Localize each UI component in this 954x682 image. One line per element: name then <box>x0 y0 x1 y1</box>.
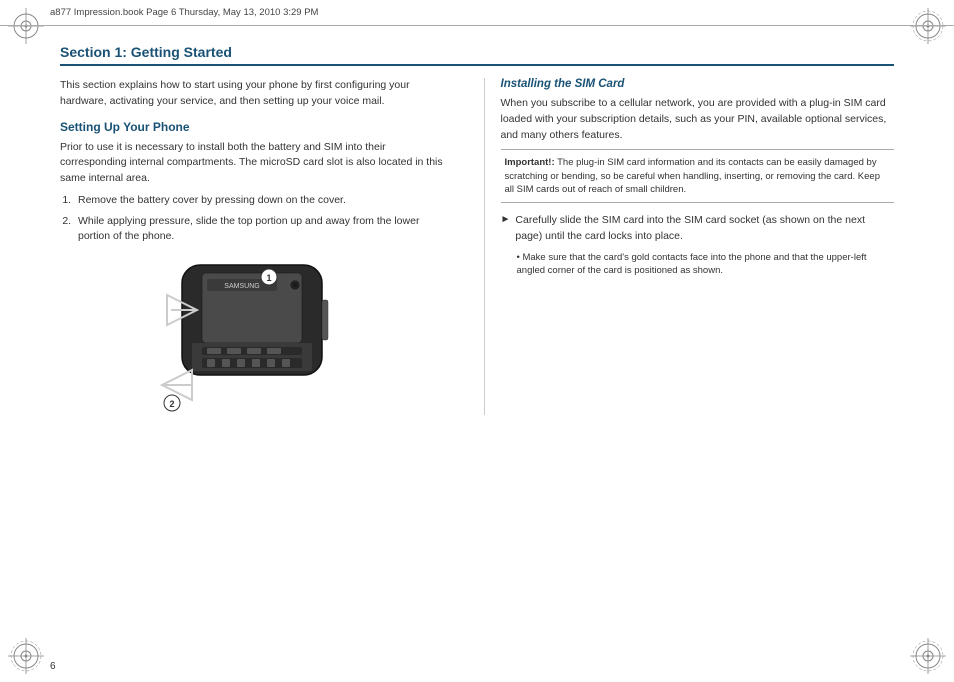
sub-bullet-text: Make sure that the card's gold contacts … <box>517 252 867 276</box>
steps-list: Remove the battery cover by pressing dow… <box>74 193 454 245</box>
important-text: The plug-in SIM card information and its… <box>505 157 880 195</box>
phone-illustration: SAMSUNG <box>60 255 454 415</box>
step-2: While applying pressure, slide the top p… <box>74 214 454 246</box>
corner-decoration-bl <box>8 638 44 674</box>
important-box: Important!: The plug-in SIM card informa… <box>501 149 895 203</box>
subsection1-body: Prior to use it is necessary to install … <box>60 140 454 187</box>
step-1: Remove the battery cover by pressing dow… <box>74 193 454 209</box>
subsection2-body: When you subscribe to a cellular network… <box>501 96 895 143</box>
subsection2-heading: Installing the SIM Card <box>501 78 895 90</box>
svg-text:SAMSUNG: SAMSUNG <box>224 283 259 290</box>
main-content: Section 1: Getting Started This section … <box>50 26 904 656</box>
svg-text:2: 2 <box>169 399 174 409</box>
phone-svg: SAMSUNG <box>147 255 367 415</box>
important-label: Important!: <box>505 157 555 168</box>
subsection1-heading: Setting Up Your Phone <box>60 120 454 134</box>
header-text: a877 Impression.book Page 6 Thursday, Ma… <box>50 7 318 18</box>
right-column: Installing the SIM Card When you subscri… <box>484 78 895 415</box>
arrow-bullet-item: ► Carefully slide the SIM card into the … <box>501 213 895 245</box>
page-number: 6 <box>50 661 56 672</box>
svg-text:1: 1 <box>266 273 271 283</box>
arrow-right-icon: ► <box>501 214 511 225</box>
bullet-text: Carefully slide the SIM card into the SI… <box>515 213 894 245</box>
section-title: Section 1: Getting Started <box>60 44 894 66</box>
sub-bullet-item: • Make sure that the card's gold contact… <box>517 251 895 278</box>
left-column: This section explains how to start using… <box>60 78 464 415</box>
corner-decoration-br <box>910 638 946 674</box>
intro-text: This section explains how to start using… <box>60 78 454 110</box>
two-column-layout: This section explains how to start using… <box>60 78 894 415</box>
header-bar: a877 Impression.book Page 6 Thursday, Ma… <box>0 0 954 26</box>
